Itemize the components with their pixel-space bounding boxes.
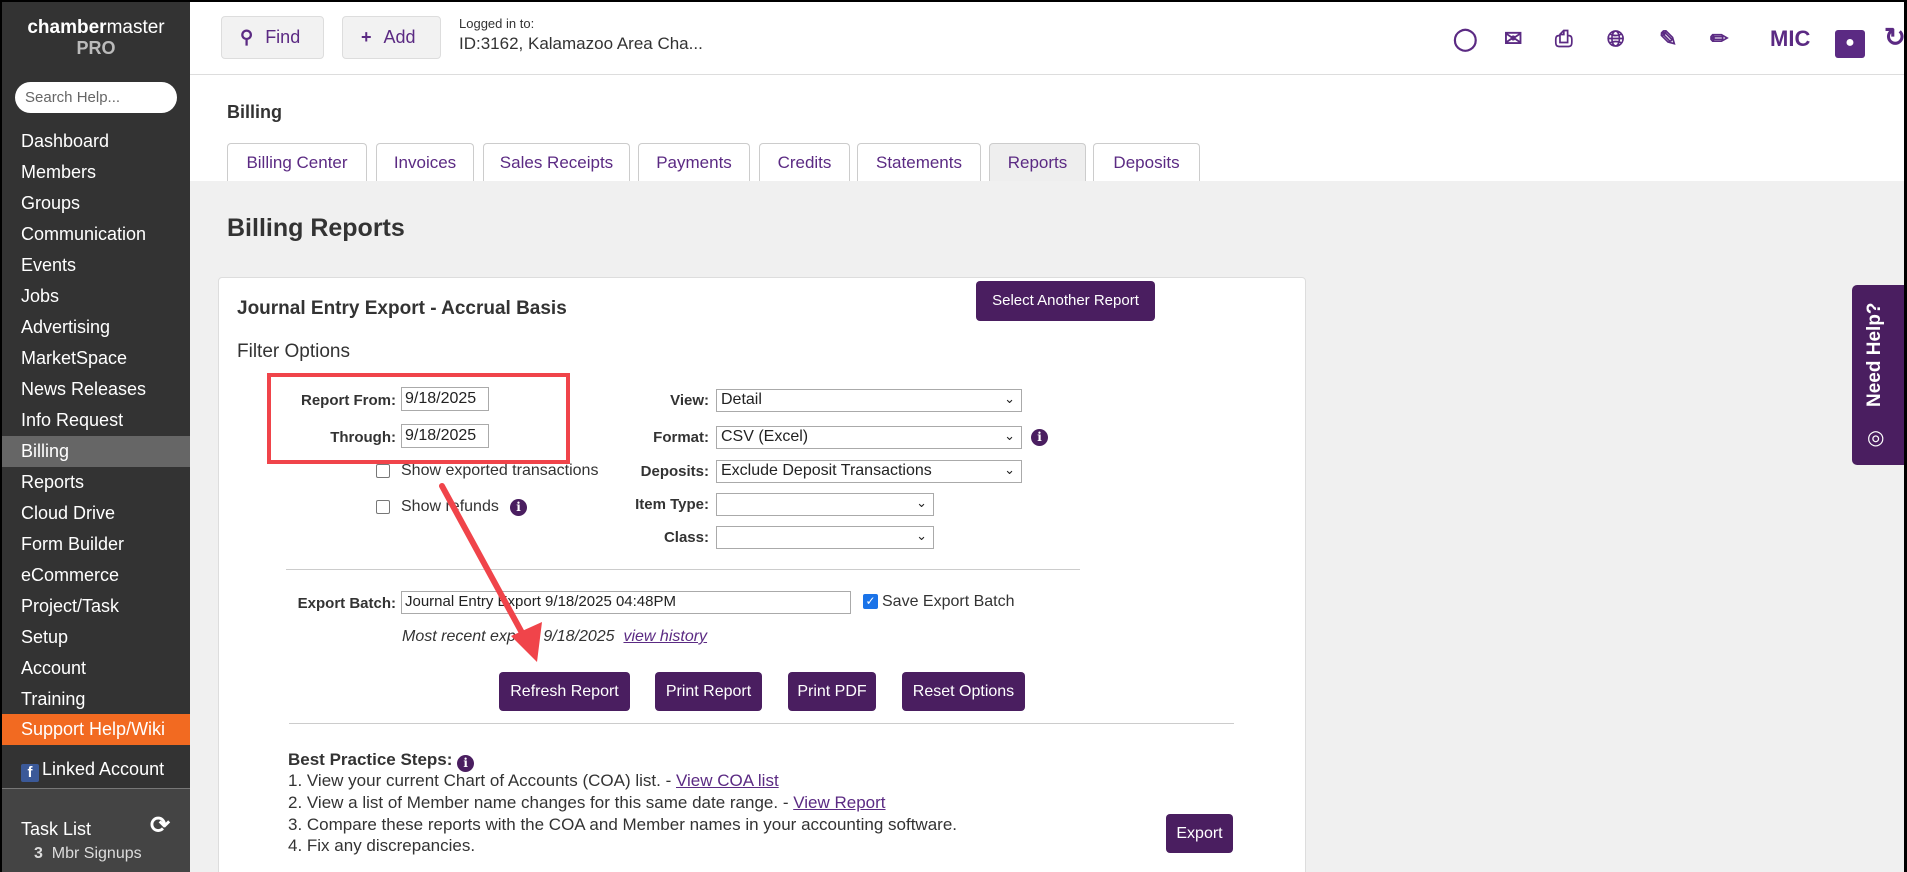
annotation-arrow [439,483,542,662]
